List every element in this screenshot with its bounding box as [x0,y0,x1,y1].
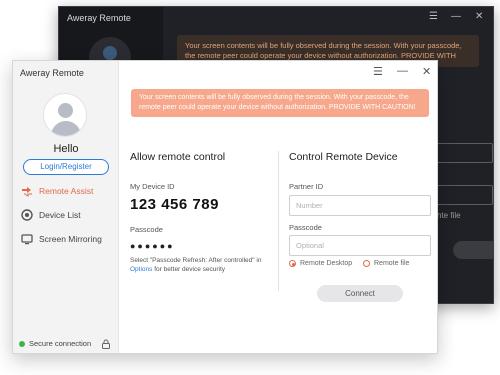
radio-label: Remote file [374,260,410,267]
security-note: Select "Passcode Refresh: After controll… [130,257,280,274]
background-close-icon: ✕ [475,11,484,22]
device-list-icon [21,209,33,221]
background-window-title: Aweray Remote [67,13,131,23]
partner-passcode-input[interactable] [289,235,431,256]
background-connect-button [453,241,493,259]
sidebar: Aweray Remote Hello Login/Register Remot… [13,61,119,353]
radio-label: Remote Desktop [300,260,353,267]
options-link[interactable]: Options [130,266,152,273]
sidebar-item-screen-mirroring[interactable]: Screen Mirroring [21,231,102,247]
connect-button[interactable]: Connect [317,285,403,302]
warning-banner: Your screen contents will be fully obser… [131,89,429,117]
avatar-head-shape [58,103,73,118]
lock-icon[interactable] [101,339,111,349]
section-divider [278,151,279,291]
background-passcode-field [433,185,493,205]
passcode-value: ●●●●●● [130,241,175,251]
background-minimize-icon: — [451,11,461,22]
close-icon[interactable]: ✕ [422,65,431,78]
avatar-body-shape [51,121,81,136]
partner-id-input[interactable] [289,195,431,216]
background-partner-field [433,143,493,163]
login-register-button[interactable]: Login/Register [23,159,109,175]
secure-connection-label: Secure connection [29,339,92,348]
partner-id-label: Partner ID [289,182,324,191]
device-id-value: 123 456 789 [130,196,219,213]
radio-unselected-icon [363,260,370,267]
background-remote-file-label: nte file [437,211,461,220]
remote-desktop-radio[interactable]: Remote Desktop [289,260,352,267]
partner-passcode-label: Passcode [289,223,322,232]
status-dot-icon [19,340,25,347]
remote-assist-icon [21,185,33,197]
greeting: Hello [53,143,79,155]
main-window: Aweray Remote Hello Login/Register Remot… [12,60,438,354]
remote-file-radio[interactable]: Remote file [363,260,409,267]
screen-mirroring-icon [21,233,33,245]
sidebar-item-label: Device List [39,210,81,220]
avatar[interactable] [43,93,87,137]
radio-selected-icon [289,260,296,267]
security-note-suffix: for better device security [152,265,226,273]
security-note-prefix: Select "Passcode Refresh: After controll… [130,257,262,264]
sidebar-item-device-list[interactable]: Device List [21,207,81,223]
allow-remote-control-title: Allow remote control [130,151,226,163]
control-remote-device-title: Control Remote Device [289,151,398,163]
menu-icon[interactable]: ☰ [373,65,383,78]
minimize-icon[interactable]: — [397,65,408,77]
sidebar-item-label: Remote Assist [39,186,94,196]
background-menu-icon: ☰ [429,11,438,22]
device-id-label: My Device ID [130,182,175,191]
passcode-label: Passcode [130,225,163,234]
sidebar-item-remote-assist[interactable]: Remote Assist [21,183,93,199]
sidebar-item-label: Screen Mirroring [39,234,102,244]
app-title: Aweray Remote [20,68,84,78]
secure-connection-status: Secure connection [19,339,91,348]
